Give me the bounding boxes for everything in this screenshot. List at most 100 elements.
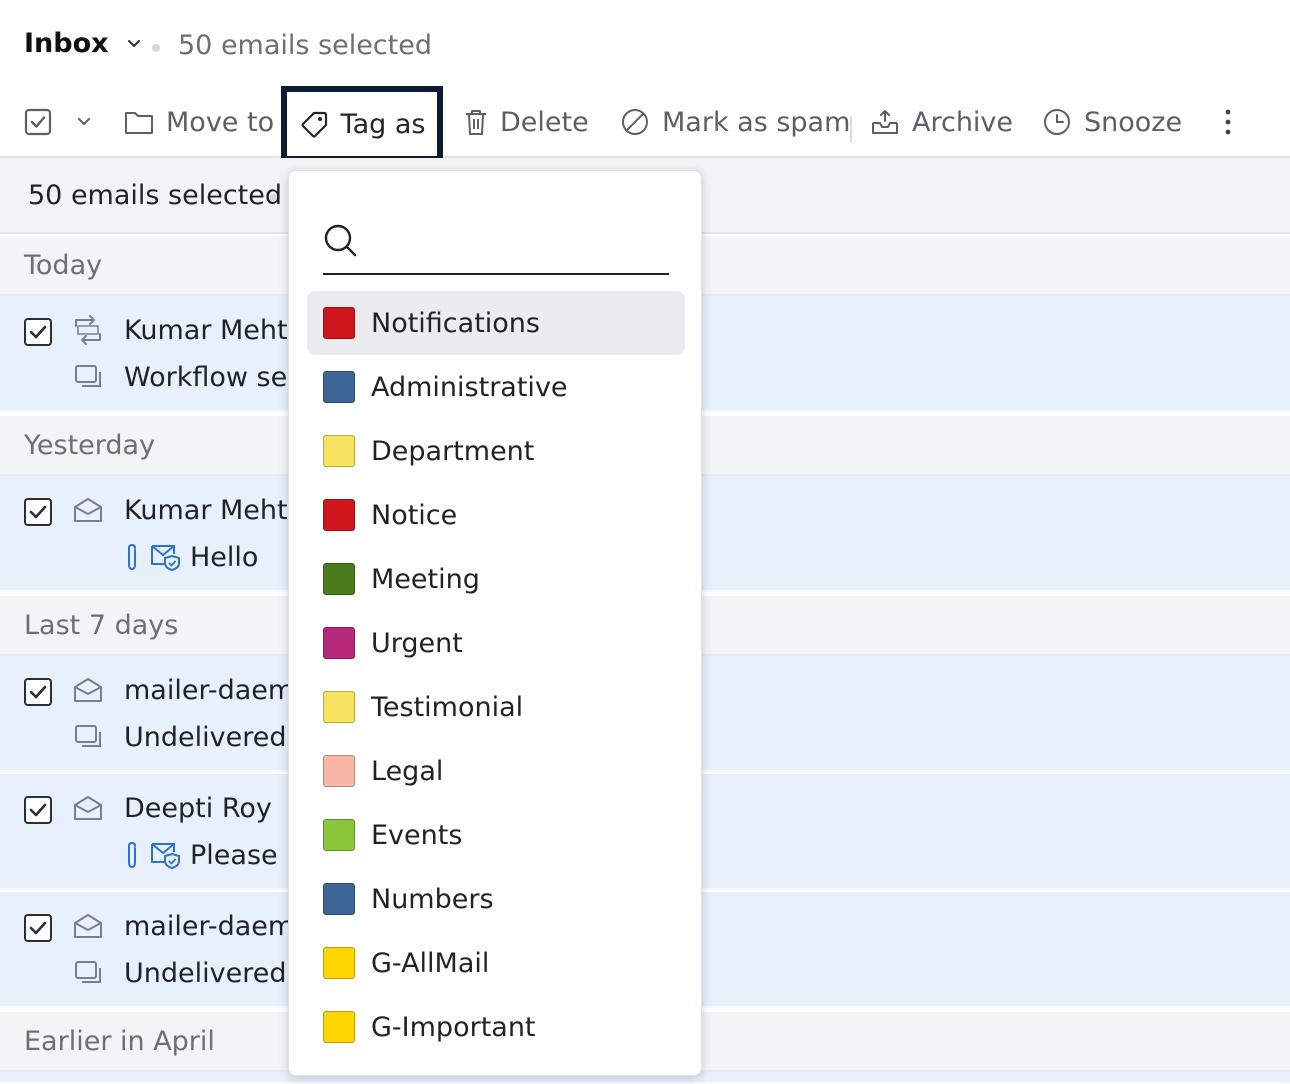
tag-color-swatch: [323, 371, 355, 403]
tag-option-department[interactable]: Department: [307, 419, 685, 483]
tag-color-swatch: [323, 755, 355, 787]
group-label: Today: [24, 250, 103, 281]
tag-color-swatch: [323, 307, 355, 339]
group-label: Earlier in April: [24, 1026, 215, 1057]
mail-sender: mailer-daemo: [124, 675, 311, 706]
more-options-button[interactable]: [1218, 86, 1238, 158]
delete-button[interactable]: Delete: [464, 86, 589, 158]
tag-option-notice[interactable]: Notice: [307, 483, 685, 547]
tag-color-swatch: [323, 435, 355, 467]
mail-subject: Hello: [190, 542, 259, 573]
tag-color-swatch: [323, 563, 355, 595]
tag-label: Notifications: [371, 307, 540, 339]
tag-as-button[interactable]: Tag as: [281, 86, 443, 162]
attachment-icon: [128, 841, 136, 869]
mail-sender: Kumar Mehta: [124, 315, 305, 346]
spam-icon: [622, 109, 648, 135]
more-vertical-icon[interactable]: [1218, 108, 1238, 136]
tag-label: Urgent: [371, 627, 463, 659]
checkbox-checked-icon[interactable]: [24, 108, 52, 136]
check-icon: [29, 921, 47, 935]
move-to-label: Move to: [166, 106, 275, 138]
open-envelope-icon: [74, 678, 102, 702]
open-envelope-icon: [74, 796, 102, 820]
tag-color-swatch: [323, 627, 355, 659]
mail-subject: Workflow set: [124, 362, 298, 393]
attachment-icon: [128, 543, 136, 571]
tag-label: Numbers: [371, 883, 494, 915]
tag-option-administrative[interactable]: Administrative: [307, 355, 685, 419]
folder-icon: [125, 112, 153, 134]
open-envelope-icon: [74, 498, 102, 522]
tag-color-swatch: [323, 499, 355, 531]
tag-label: Testimonial: [371, 691, 524, 723]
tag-label: Notice: [371, 499, 458, 531]
mail-checkbox[interactable]: [24, 796, 52, 824]
group-label: Yesterday: [24, 430, 156, 461]
chevron-down-icon[interactable]: [123, 33, 145, 55]
select-options-dropdown[interactable]: [76, 86, 92, 158]
tag-color-swatch: [323, 691, 355, 723]
toolbar: Move to Tag as Delete Mark as spam Archi…: [0, 86, 1290, 162]
check-icon: [29, 505, 47, 519]
select-all-checkbox[interactable]: [24, 86, 52, 158]
tag-label: G-AllMail: [371, 947, 490, 979]
tag-option-notifications[interactable]: Notifications: [307, 291, 685, 355]
tag-dropdown-menu: Notifications Administrative Department …: [288, 170, 702, 1076]
archive-label: Archive: [912, 106, 1014, 138]
chevron-down-icon[interactable]: [76, 117, 92, 127]
mail-checkbox[interactable]: [24, 914, 52, 942]
tag-option-testimonial[interactable]: Testimonial: [307, 675, 685, 739]
tag-color-swatch: [323, 819, 355, 851]
check-icon: [29, 803, 47, 817]
clock-icon: [1044, 109, 1070, 135]
mail-checkbox[interactable]: [24, 318, 52, 346]
check-icon: [29, 685, 47, 699]
conversation-icon: [75, 725, 101, 747]
mail-checkbox[interactable]: [24, 678, 52, 706]
tag-option-urgent[interactable]: Urgent: [307, 611, 685, 675]
delete-label: Delete: [500, 106, 589, 138]
tag-option-meeting[interactable]: Meeting: [307, 547, 685, 611]
tag-option-g-important[interactable]: G-Important: [307, 995, 685, 1059]
tag-label: Events: [371, 819, 463, 851]
mail-checkbox[interactable]: [24, 498, 52, 526]
archive-icon: [872, 110, 898, 134]
trash-icon: [466, 110, 486, 135]
tag-option-events[interactable]: Events: [307, 803, 685, 867]
mail-sender: Deepti Roy: [124, 793, 272, 824]
conversation-icon: [75, 961, 101, 983]
check-icon: [29, 325, 47, 339]
secure-mail-icon: [151, 843, 180, 870]
tag-color-swatch: [323, 1011, 355, 1043]
selected-count: 50 emails selected: [178, 30, 433, 61]
tag-option-g-allmail[interactable]: G-AllMail: [307, 931, 685, 995]
forward-reply-icon: [75, 315, 101, 345]
archive-button[interactable]: Archive: [870, 86, 1013, 158]
secure-mail-icon: [151, 545, 180, 572]
tag-label: Administrative: [371, 371, 568, 403]
tag-icon: [300, 111, 327, 138]
move-to-button[interactable]: Move to: [124, 86, 274, 158]
tag-search: [323, 219, 669, 275]
folder-name: Inbox: [24, 28, 109, 59]
tag-label: G-Important: [371, 1011, 536, 1043]
tag-label: Meeting: [371, 563, 480, 595]
tag-option-legal[interactable]: Legal: [307, 739, 685, 803]
group-label: Last 7 days: [24, 610, 179, 641]
separator-dot: [152, 44, 160, 52]
mark-spam-button[interactable]: Mark as spam: [620, 86, 850, 158]
selection-bar-text: 50 emails selected: [28, 180, 283, 211]
search-icon: [324, 224, 357, 257]
tag-color-swatch: [323, 883, 355, 915]
tag-option-numbers[interactable]: Numbers: [307, 867, 685, 931]
tag-search-input[interactable]: [371, 225, 661, 265]
snooze-button[interactable]: Snooze: [1042, 86, 1182, 158]
tag-as-label: Tag as: [340, 108, 426, 140]
folder-selector[interactable]: Inbox: [24, 28, 145, 59]
separator-dot: [270, 194, 277, 201]
toolbar-divider: [850, 116, 852, 142]
mark-spam-label: Mark as spam: [662, 106, 851, 138]
mail-sender: Kumar Mehta: [124, 495, 305, 526]
mail-sender: mailer-daemo: [124, 911, 311, 942]
